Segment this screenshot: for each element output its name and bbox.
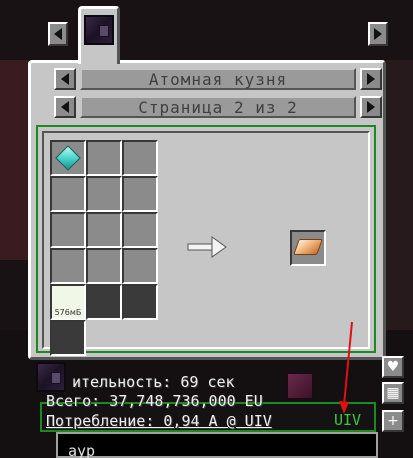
plus-icon: + <box>387 413 399 429</box>
page-indicator: Страница 2 из 2 <box>80 96 356 118</box>
input-slot-3[interactable] <box>122 140 158 176</box>
input-slot-12[interactable] <box>122 248 158 284</box>
arrow-right-icon <box>367 73 375 85</box>
machine-tab[interactable] <box>78 6 120 64</box>
machine-prev-button[interactable] <box>54 68 76 90</box>
output-slot[interactable] <box>290 230 326 266</box>
fluid-slot-2[interactable] <box>86 284 122 320</box>
tier-label: UIV <box>334 411 362 429</box>
fluid-input-slot[interactable]: 576мБ <box>50 284 86 320</box>
orange-ingot-icon <box>293 239 323 255</box>
progress-arrow-icon <box>187 236 227 258</box>
input-slot-7[interactable] <box>50 212 86 248</box>
input-slot-9[interactable] <box>122 212 158 248</box>
input-slot-6[interactable] <box>122 176 158 212</box>
total-energy-text: Всего: 37,748,736,000 EU <box>46 392 263 410</box>
input-slot-11[interactable] <box>86 248 122 284</box>
arrow-left-icon <box>61 73 69 85</box>
arrow-right-icon <box>367 101 375 113</box>
sort-button[interactable]: ▦ <box>382 382 404 404</box>
input-slot-4[interactable] <box>50 176 86 212</box>
grid-icon: ▦ <box>386 385 400 401</box>
purple-block-icon <box>286 372 314 400</box>
page-prev-button[interactable] <box>54 96 76 118</box>
fluid-slot-3[interactable] <box>122 284 158 320</box>
arrow-left-icon <box>54 28 62 40</box>
machine-catalyst-slot[interactable] <box>36 362 66 392</box>
page-next-button[interactable] <box>360 96 382 118</box>
consumption-text: Потребление: 0,94 A @ UIV <box>46 412 272 430</box>
machine-next-button[interactable] <box>360 68 382 90</box>
input-slot-8[interactable] <box>86 212 122 248</box>
machine-title: Атомная кузня <box>80 68 356 90</box>
input-slot-1[interactable] <box>50 140 86 176</box>
add-button[interactable]: + <box>382 410 404 432</box>
heart-icon: ♥ <box>386 359 400 375</box>
input-slot-5[interactable] <box>86 176 122 212</box>
tab-prev-button[interactable] <box>48 22 68 46</box>
diamond-dust-icon <box>55 145 81 171</box>
fluid-slot-4[interactable] <box>50 320 86 356</box>
arrow-right-icon <box>374 28 382 40</box>
obsidian-machine-icon <box>84 15 114 45</box>
background-netherrack-left <box>0 60 30 260</box>
search-input[interactable]: аур <box>56 432 378 458</box>
input-slot-10[interactable] <box>50 248 86 284</box>
tab-next-button[interactable] <box>368 22 388 46</box>
obsidian-machine-icon <box>36 362 66 392</box>
dark-block-item[interactable] <box>286 372 316 402</box>
background-right <box>383 60 413 350</box>
bookmark-button[interactable]: ♥ <box>382 356 404 378</box>
duration-text: ительность: 69 сек <box>72 373 235 391</box>
arrow-left-icon <box>61 101 69 113</box>
fluid-amount: 576мБ <box>54 308 82 317</box>
input-slot-2[interactable] <box>86 140 122 176</box>
